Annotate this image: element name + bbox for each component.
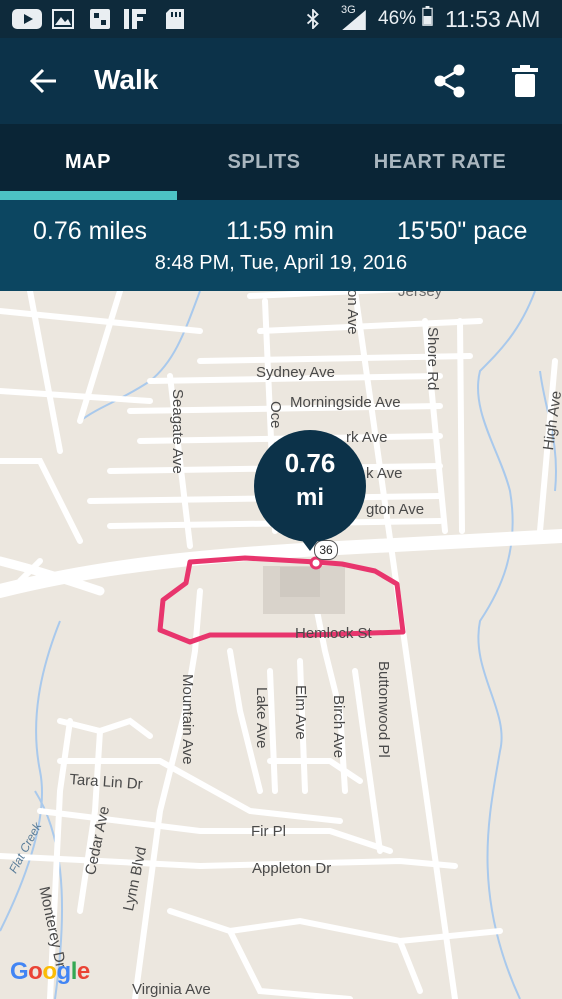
status-bar: 3G 46% 11:53 AM (0, 0, 562, 38)
pin-distance-value: 0.76 (284, 448, 336, 478)
street-label: Appleton Dr (252, 860, 332, 877)
distance-pin[interactable]: 0.76 mi (254, 430, 366, 542)
street-label: rk Ave (346, 429, 388, 446)
app-bar: Walk (0, 38, 562, 124)
street-label: Fir Pl (251, 823, 286, 840)
workout-datetime: 8:48 PM, Tue, April 19, 2016 (154, 252, 408, 274)
workout-summary: 0.76 miles 11:59 min 15'50" pace 8:48 PM… (0, 200, 562, 291)
street-label: Buttonwood Pl (375, 661, 392, 758)
street-label: Mountain Ave (179, 674, 196, 765)
pin-pointer (298, 535, 322, 551)
street-label: k Ave (366, 465, 403, 482)
youtube-icon (12, 9, 42, 29)
street-label: Jersey (398, 291, 443, 300)
street-label: Lake Ave (253, 687, 270, 749)
battery-icon (422, 6, 433, 26)
clock: 11:53 AM (445, 6, 541, 32)
street-label: Seagate Ave (169, 389, 186, 474)
delete-icon[interactable] (512, 65, 538, 97)
app-notification-icon (90, 9, 110, 29)
street-label: on Ave (344, 291, 361, 335)
tab-splits[interactable]: SPLITS (176, 124, 352, 200)
tab-heart-rate[interactable]: HEART RATE (352, 124, 528, 200)
page-title: Walk (94, 64, 159, 95)
bluetooth-icon (306, 9, 319, 29)
map-canvas (0, 291, 562, 999)
street-label: Virginia Ave (132, 981, 211, 998)
street-label: Shore Rd (424, 327, 441, 391)
street-label: gton Ave (366, 501, 425, 518)
pin-distance-unit: mi (295, 484, 324, 511)
share-icon[interactable] (434, 64, 466, 98)
tab-map[interactable]: MAP (0, 124, 176, 200)
pace-value: 15'50" pace (397, 217, 528, 245)
ifttt-icon (124, 9, 146, 29)
street-label: Elm Ave (292, 685, 309, 740)
street-label: Sydney Ave (256, 364, 335, 381)
distance-value: 0.76 miles (33, 217, 147, 245)
route-map[interactable]: Jersey Sydney Ave Morningside Ave rk Ave… (0, 291, 562, 999)
active-tab-indicator (0, 191, 177, 200)
street-label: Hemlock St (295, 625, 372, 642)
back-arrow-icon[interactable] (30, 67, 58, 95)
sd-card-icon (166, 9, 184, 29)
street-label: Oce (267, 401, 284, 429)
duration-value: 11:59 min (226, 217, 334, 245)
signal-icon (342, 10, 366, 30)
battery-percent: 46% (378, 8, 417, 29)
gallery-icon (52, 9, 74, 29)
tab-bar: MAP SPLITS HEART RATE (0, 124, 562, 200)
google-logo[interactable]: Google (10, 958, 90, 986)
street-label: Morningside Ave (290, 394, 401, 411)
street-label: Birch Ave (330, 695, 347, 759)
